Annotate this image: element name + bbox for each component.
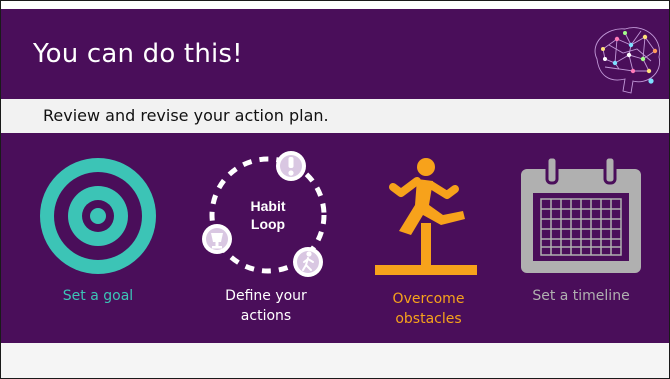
habit-loop-icon: Habit Loop (202, 151, 327, 277)
habit-loop-line2: Loop (251, 216, 285, 232)
subtitle-text: Review and revise your action plan. (43, 106, 329, 125)
steps-panel: Set a goal Habit Loop Define your action… (1, 133, 669, 343)
tile-label-timeline: Set a timeline (532, 288, 630, 304)
target-icon (37, 155, 159, 277)
page-title: You can do this! (33, 39, 243, 69)
tile-label-actions: Define your actions (225, 288, 307, 324)
subtitle-bar: Review and revise your action plan. (1, 99, 669, 133)
slide: You can do this! Review and revise your … (0, 0, 670, 379)
brain-network-icon (594, 27, 661, 94)
habit-loop-line1: Habit (251, 198, 286, 214)
tile-label-goal: Set a goal (62, 288, 134, 304)
hurdle-runner-icon (375, 158, 477, 275)
bottom-area (1, 343, 669, 378)
top-margin (1, 1, 669, 9)
tile-label-obstacles: Overcome obstacles (392, 291, 465, 327)
calendar-icon (521, 157, 641, 273)
header-bar: You can do this! (1, 9, 669, 99)
